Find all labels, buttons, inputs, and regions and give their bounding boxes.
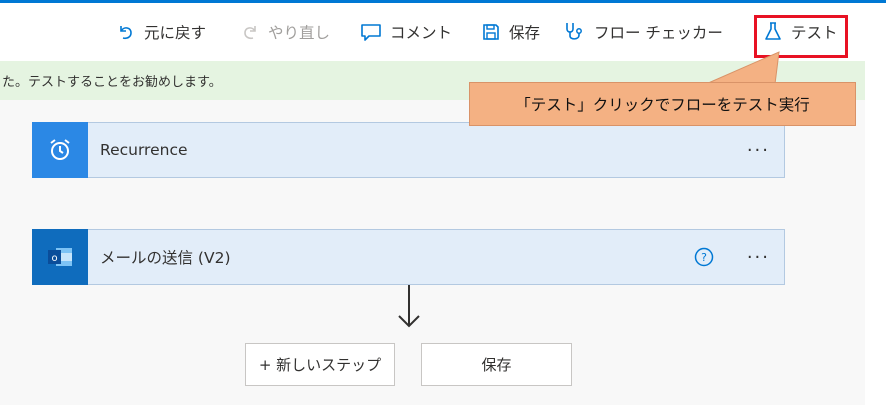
step-menu-send-email[interactable]: ··· [747, 230, 770, 284]
step-title-send-email: メールの送信 (V2) [100, 249, 231, 267]
comment-icon [361, 24, 381, 41]
comment-label: コメント [390, 24, 453, 42]
redo-icon [244, 26, 256, 40]
help-icon[interactable]: ? [694, 247, 714, 267]
flow-canvas: Recurrence ··· o メールの送信 (V2) ? ··· + 新しい… [0, 100, 865, 405]
step-menu-recurrence[interactable]: ··· [747, 123, 770, 177]
instruction-callout: 「テスト」クリックでフローをテスト実行 [469, 82, 856, 126]
undo-icon [120, 26, 132, 40]
save-button[interactable]: 保存 [421, 343, 572, 386]
alarm-clock-icon [32, 122, 88, 178]
redo-label: やり直し [268, 24, 331, 42]
flow-checker-label: フロー チェッカー [594, 24, 723, 42]
stethoscope-icon [566, 23, 582, 40]
save-toolbar-button[interactable]: 保存 [481, 3, 540, 61]
save-icon [483, 24, 499, 40]
banner-text: た。テストすることをお勧めします。 [2, 75, 222, 90]
svg-text:o: o [51, 253, 57, 264]
save-toolbar-label: 保存 [509, 24, 541, 42]
callout-text: 「テスト」クリックでフローをテスト実行 [515, 96, 810, 114]
comment-button[interactable]: コメント [360, 3, 452, 61]
outlook-icon: o [32, 229, 88, 285]
undo-label: 元に戻す [144, 24, 207, 42]
svg-text:?: ? [701, 251, 707, 264]
step-title-recurrence: Recurrence [100, 141, 188, 159]
flow-checker-button[interactable]: フロー チェッカー [564, 3, 723, 61]
undo-button[interactable]: 元に戻す [116, 3, 206, 61]
new-step-button[interactable]: + 新しいステップ [245, 343, 395, 386]
redo-button[interactable]: やり直し [240, 3, 330, 61]
step-card-recurrence[interactable]: Recurrence ··· [32, 122, 785, 178]
down-arrow-connector [398, 280, 420, 334]
step-card-send-email[interactable]: o メールの送信 (V2) ? ··· [32, 229, 785, 285]
test-button-highlight [754, 15, 848, 58]
